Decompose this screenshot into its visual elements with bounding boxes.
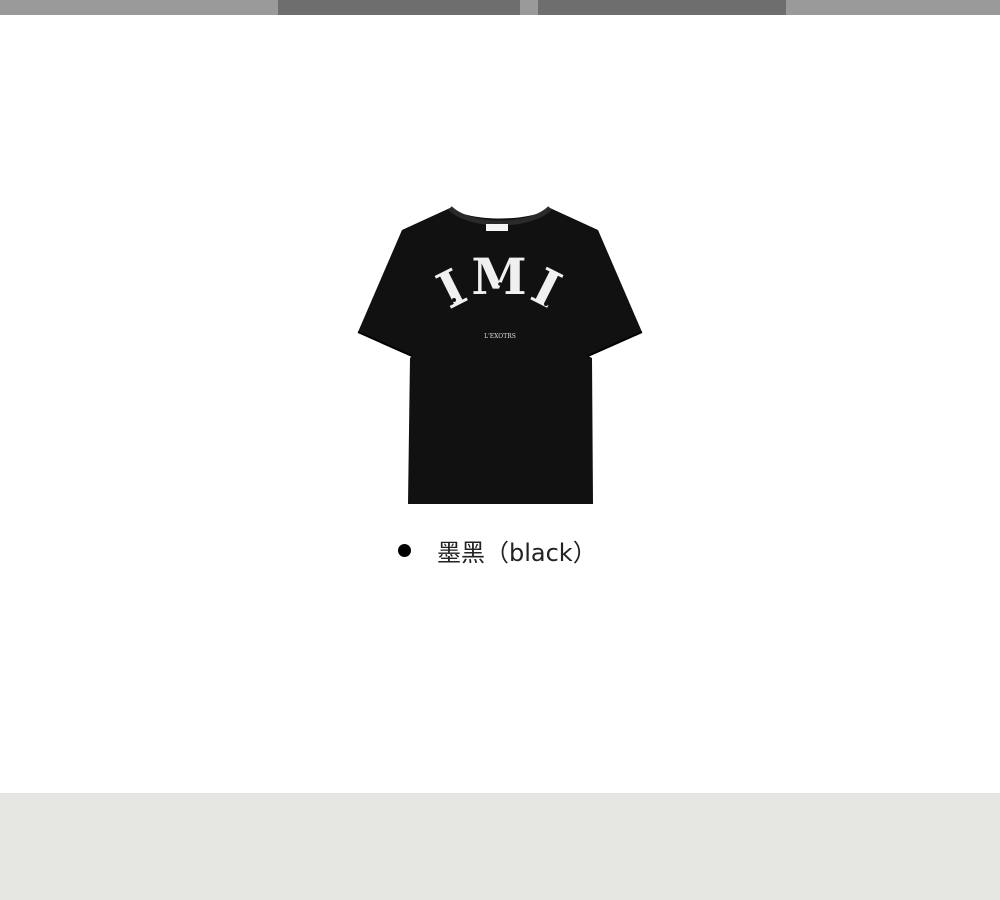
previous-image-strip <box>0 0 1000 15</box>
strip-background-right <box>786 0 1000 15</box>
strip-background <box>0 0 278 15</box>
tshirt-print-subtext: L'EXOTRS <box>484 333 516 340</box>
next-image-strip <box>0 793 1000 900</box>
tshirt-image: HIMIH L'EXOTRS <box>350 200 643 504</box>
product-color-section: HIMIH L'EXOTRS 墨黑（black） <box>0 0 1000 900</box>
jeans-leg-left <box>278 0 520 15</box>
jeans-leg-right <box>538 0 786 15</box>
color-label: 墨黑（black） <box>437 538 597 567</box>
strip-background-mid <box>520 0 538 15</box>
color-dot-icon <box>398 543 411 557</box>
neck-tag <box>486 224 508 231</box>
color-swatch: 墨黑（black） <box>398 530 597 570</box>
